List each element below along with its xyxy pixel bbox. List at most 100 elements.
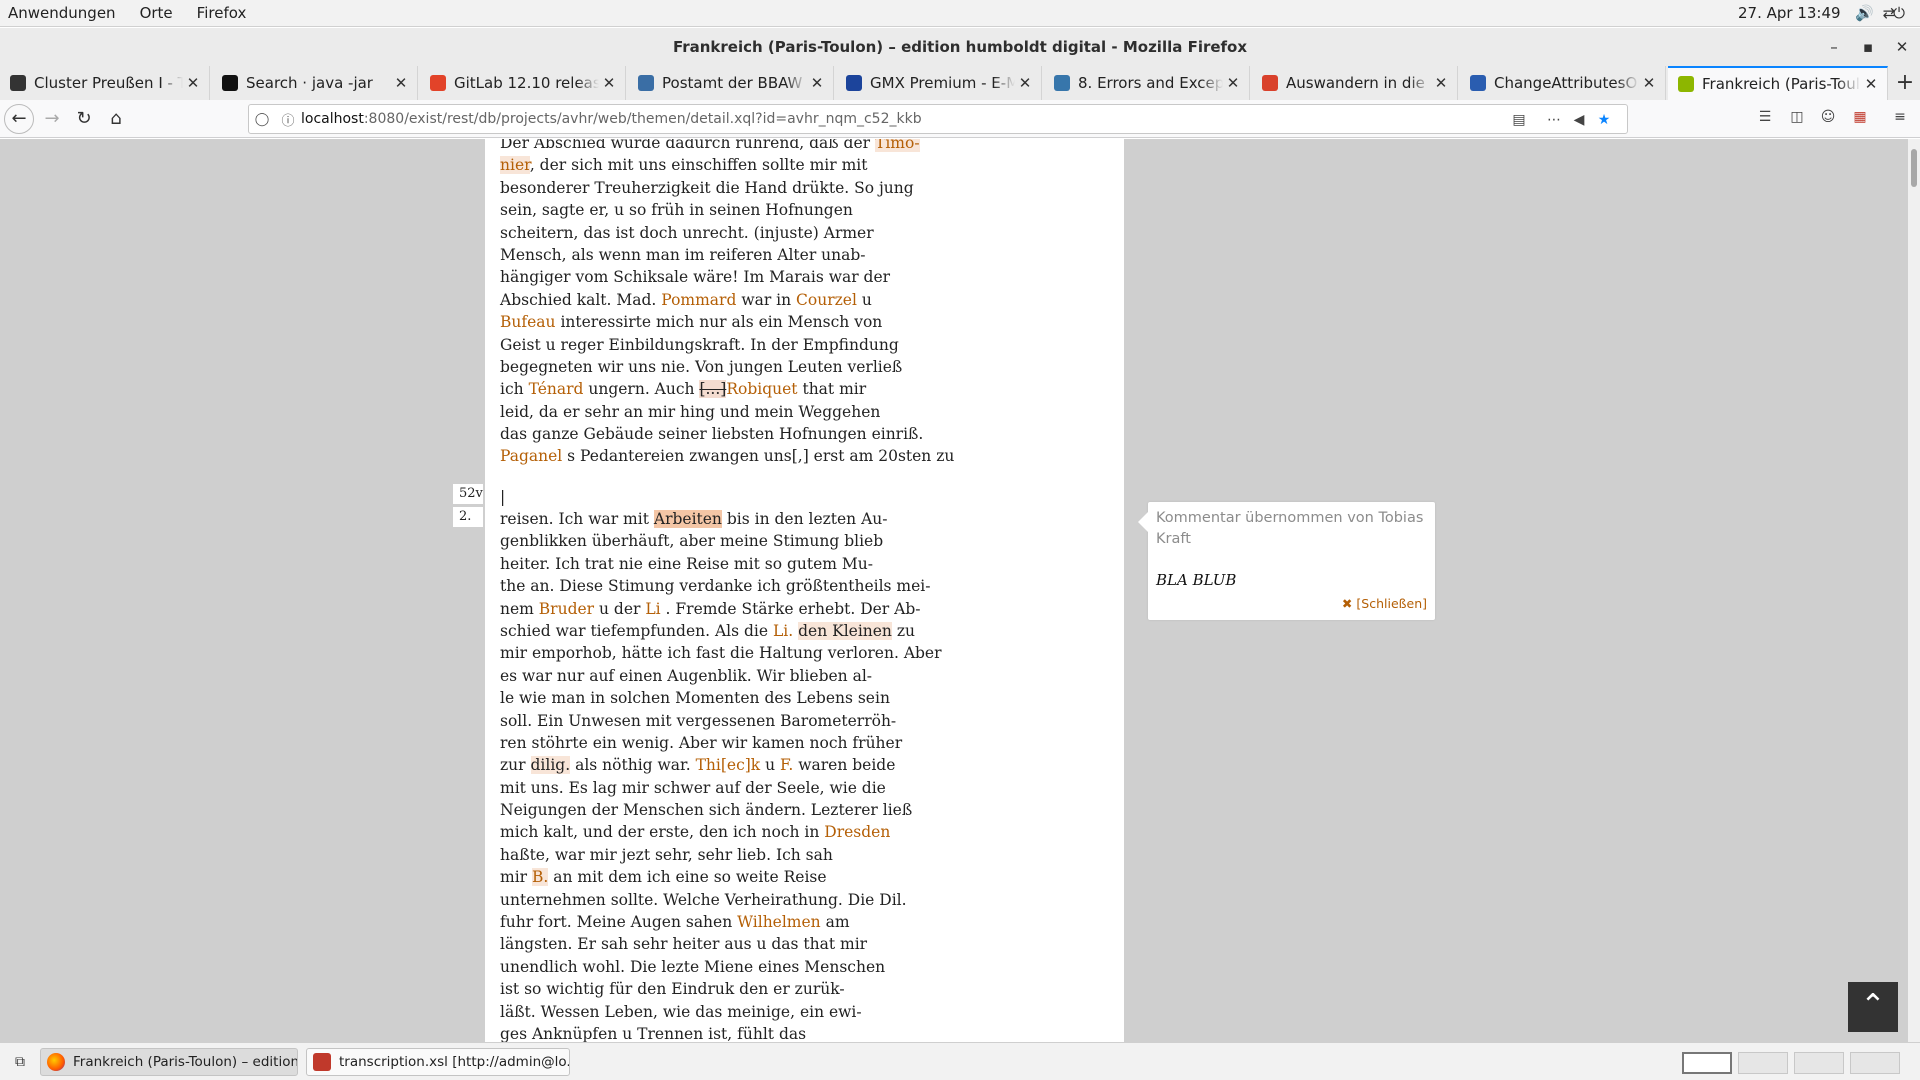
person-name-link[interactable]: Dresden bbox=[824, 823, 890, 841]
power-icon[interactable]: ⏻ bbox=[1890, 4, 1908, 22]
text-segment: u bbox=[856, 290, 872, 309]
tab-close-icon[interactable]: ✕ bbox=[1223, 74, 1243, 92]
scroll-to-top-button[interactable]: ⌃ bbox=[1848, 982, 1898, 1032]
extension-icon[interactable]: ▦ bbox=[1850, 109, 1870, 129]
text-segment: Neigungen der Menschen sich ändern. Lezt… bbox=[500, 801, 913, 820]
tab-close-icon[interactable]: ✕ bbox=[1431, 74, 1451, 92]
tab-close-icon[interactable]: ✕ bbox=[1639, 74, 1659, 92]
tab-close-icon[interactable]: ✕ bbox=[599, 74, 619, 92]
workspace-1[interactable] bbox=[1682, 1052, 1732, 1074]
workspace-3[interactable] bbox=[1794, 1052, 1844, 1074]
workspace-2[interactable] bbox=[1738, 1052, 1788, 1074]
annotated-term[interactable]: dilig. bbox=[530, 756, 571, 775]
forward-button[interactable]: → bbox=[38, 105, 66, 133]
pocket-icon[interactable]: ◀ bbox=[1569, 110, 1589, 130]
page-viewport: Der Abschied wurde dadurch rührend, daß … bbox=[0, 139, 1908, 1042]
text-line: nier, der sich mit uns einschiffen sollt… bbox=[500, 154, 960, 176]
tab-8[interactable]: ChangeAttributesOper✕ bbox=[1460, 66, 1666, 100]
text-segment: als nöthig war. bbox=[570, 756, 696, 775]
task-firefox[interactable]: Frankreich (Paris-Toulon) – edition... bbox=[40, 1048, 298, 1076]
tab-6[interactable]: 8. Errors and Exception✕ bbox=[1044, 66, 1250, 100]
person-name-link[interactable]: Paganel bbox=[500, 447, 562, 465]
tab-close-icon[interactable]: ✕ bbox=[391, 74, 411, 92]
text-segment: unternehmen sollte. Welche Verheirathung… bbox=[500, 890, 907, 909]
task-oxygen[interactable]: transcription.xsl [http://admin@lo... bbox=[306, 1048, 570, 1076]
person-name-link[interactable]: Courzel bbox=[796, 291, 857, 309]
annotated-person[interactable]: nier bbox=[500, 156, 530, 175]
text-line: das ganze Gebäude seiner liebsten Hofnun… bbox=[500, 423, 960, 445]
volume-icon[interactable]: 🔊 bbox=[1855, 4, 1874, 22]
tab-close-icon[interactable]: ✕ bbox=[807, 74, 827, 92]
text-segment: Mensch, als wenn man im reiferen Alter u… bbox=[500, 245, 866, 264]
text-line: haßte, war mir jezt sehr, sehr lieb. Ich… bbox=[500, 844, 960, 866]
clock[interactable]: 27. Apr 13:49 bbox=[1738, 4, 1841, 22]
person-name-link[interactable]: Thi[ec]k bbox=[696, 756, 761, 774]
new-tab-button[interactable]: + bbox=[1890, 66, 1920, 100]
person-name-link[interactable]: Li. bbox=[773, 622, 793, 640]
home-button[interactable]: ⌂ bbox=[102, 105, 130, 133]
workspace-4[interactable] bbox=[1850, 1052, 1900, 1074]
person-name-link[interactable]: Bruder bbox=[539, 600, 594, 618]
task-firefox-title: Frankreich (Paris-Toulon) – edition... bbox=[73, 1054, 298, 1070]
tab-3[interactable]: GitLab 12.10 released w✕ bbox=[420, 66, 626, 100]
page-actions-icon[interactable]: ⋯ bbox=[1544, 110, 1564, 130]
bookmark-star-icon[interactable]: ★ bbox=[1594, 110, 1614, 130]
text-line: Abschied kalt. Mad. Pommard war in Courz… bbox=[500, 289, 960, 311]
tab-close-icon[interactable]: ✕ bbox=[1861, 75, 1881, 93]
ah-icon bbox=[1678, 76, 1694, 92]
person-name-link[interactable]: Robiquet bbox=[726, 380, 797, 398]
text-segment: heiter. Ich trat nie eine Reise mit so g… bbox=[500, 554, 873, 573]
text-line: ges Anknüpfen u Trennen ist, fühlt das bbox=[500, 1023, 960, 1042]
text-line: Mensch, als wenn man im reiferen Alter u… bbox=[500, 244, 960, 266]
text-line: zur dilig. als nöthig war. Thi[ec]k u F.… bbox=[500, 754, 960, 776]
person-name-link[interactable]: Wilhelmen bbox=[737, 913, 821, 931]
deleted-text[interactable]: [...] bbox=[699, 380, 727, 399]
tab-2[interactable]: Search · java -jar ✕ bbox=[212, 66, 418, 100]
menu-applications[interactable]: Anwendungen bbox=[0, 4, 128, 22]
menu-firefox[interactable]: Firefox bbox=[185, 4, 259, 22]
person-name-link[interactable]: Bufeau bbox=[500, 313, 556, 331]
tab-1[interactable]: Cluster Preußen I - TEL✕ bbox=[0, 66, 210, 100]
tab-close-icon[interactable]: ✕ bbox=[183, 74, 203, 92]
comment-close-button[interactable]: ✖ [Schließen] bbox=[1342, 596, 1427, 611]
text-line: the an. Diese Stimung verdanke ich größt… bbox=[500, 575, 960, 597]
annotated-term[interactable]: den Kleinen bbox=[798, 621, 892, 640]
window-title: Frankreich (Paris-Toulon) – edition humb… bbox=[0, 28, 1920, 66]
scrollbar-thumb[interactable] bbox=[1911, 149, 1917, 187]
reader-view-icon[interactable]: ▤ bbox=[1509, 110, 1529, 130]
text-segment: waren beide bbox=[793, 756, 896, 775]
minimize-button[interactable]: – bbox=[1820, 28, 1848, 66]
text-segment: ges Anknüpfen u Trennen ist, fühlt das bbox=[500, 1024, 807, 1042]
text-line: soll. Ein Unwesen mit vergessenen Barome… bbox=[500, 710, 960, 732]
tab-4[interactable]: Postamt der BBAW :: S✕ bbox=[628, 66, 834, 100]
annotated-person[interactable]: Timo- bbox=[875, 139, 920, 152]
tab-close-icon[interactable]: ✕ bbox=[1015, 74, 1035, 92]
vertical-scrollbar[interactable] bbox=[1908, 139, 1920, 1042]
person-name-link[interactable]: Ténard bbox=[529, 380, 584, 398]
text-segment: zur bbox=[500, 756, 531, 775]
person-name-link[interactable]: Li bbox=[645, 600, 660, 618]
person-name-link[interactable]: F. bbox=[780, 756, 793, 774]
tab-5[interactable]: GMX Premium - E-Mail✕ bbox=[836, 66, 1042, 100]
menu-places[interactable]: Orte bbox=[128, 4, 185, 22]
url-bar[interactable]: ◯ ⓘ localhost:8080/exist/rest/db/project… bbox=[248, 104, 1628, 134]
close-window-button[interactable]: ✕ bbox=[1888, 28, 1916, 66]
tracking-shield-icon[interactable]: ◯ bbox=[249, 112, 275, 127]
github-icon bbox=[222, 75, 238, 91]
maximize-button[interactable]: ▪ bbox=[1854, 28, 1882, 66]
back-button[interactable]: ← bbox=[4, 104, 34, 134]
site-info-icon[interactable]: ⓘ bbox=[275, 110, 301, 129]
library-icon[interactable]: ☰ bbox=[1755, 109, 1775, 129]
annotated-person[interactable]: B. bbox=[532, 868, 549, 887]
account-icon[interactable]: ☺ bbox=[1818, 109, 1838, 129]
reload-button[interactable]: ↻ bbox=[70, 105, 98, 133]
text-segment: genblikken überhäuft, aber meine Stimung… bbox=[500, 532, 884, 551]
hamburger-menu-icon[interactable]: ≡ bbox=[1890, 109, 1910, 129]
sidebar-icon[interactable]: ◫ bbox=[1787, 109, 1807, 129]
show-desktop-icon[interactable]: ⧉ bbox=[6, 1048, 34, 1076]
tab-7[interactable]: Auswandern in die Kari✕ bbox=[1252, 66, 1458, 100]
tab-9[interactable]: Frankreich (Paris-Toulo ✕ bbox=[1668, 66, 1888, 100]
comment-popover: Kommentar übernommen von Tobias Kraft BL… bbox=[1138, 502, 1435, 620]
person-name-link[interactable]: Pommard bbox=[661, 291, 736, 309]
commented-term[interactable]: Arbeiten bbox=[653, 510, 722, 528]
